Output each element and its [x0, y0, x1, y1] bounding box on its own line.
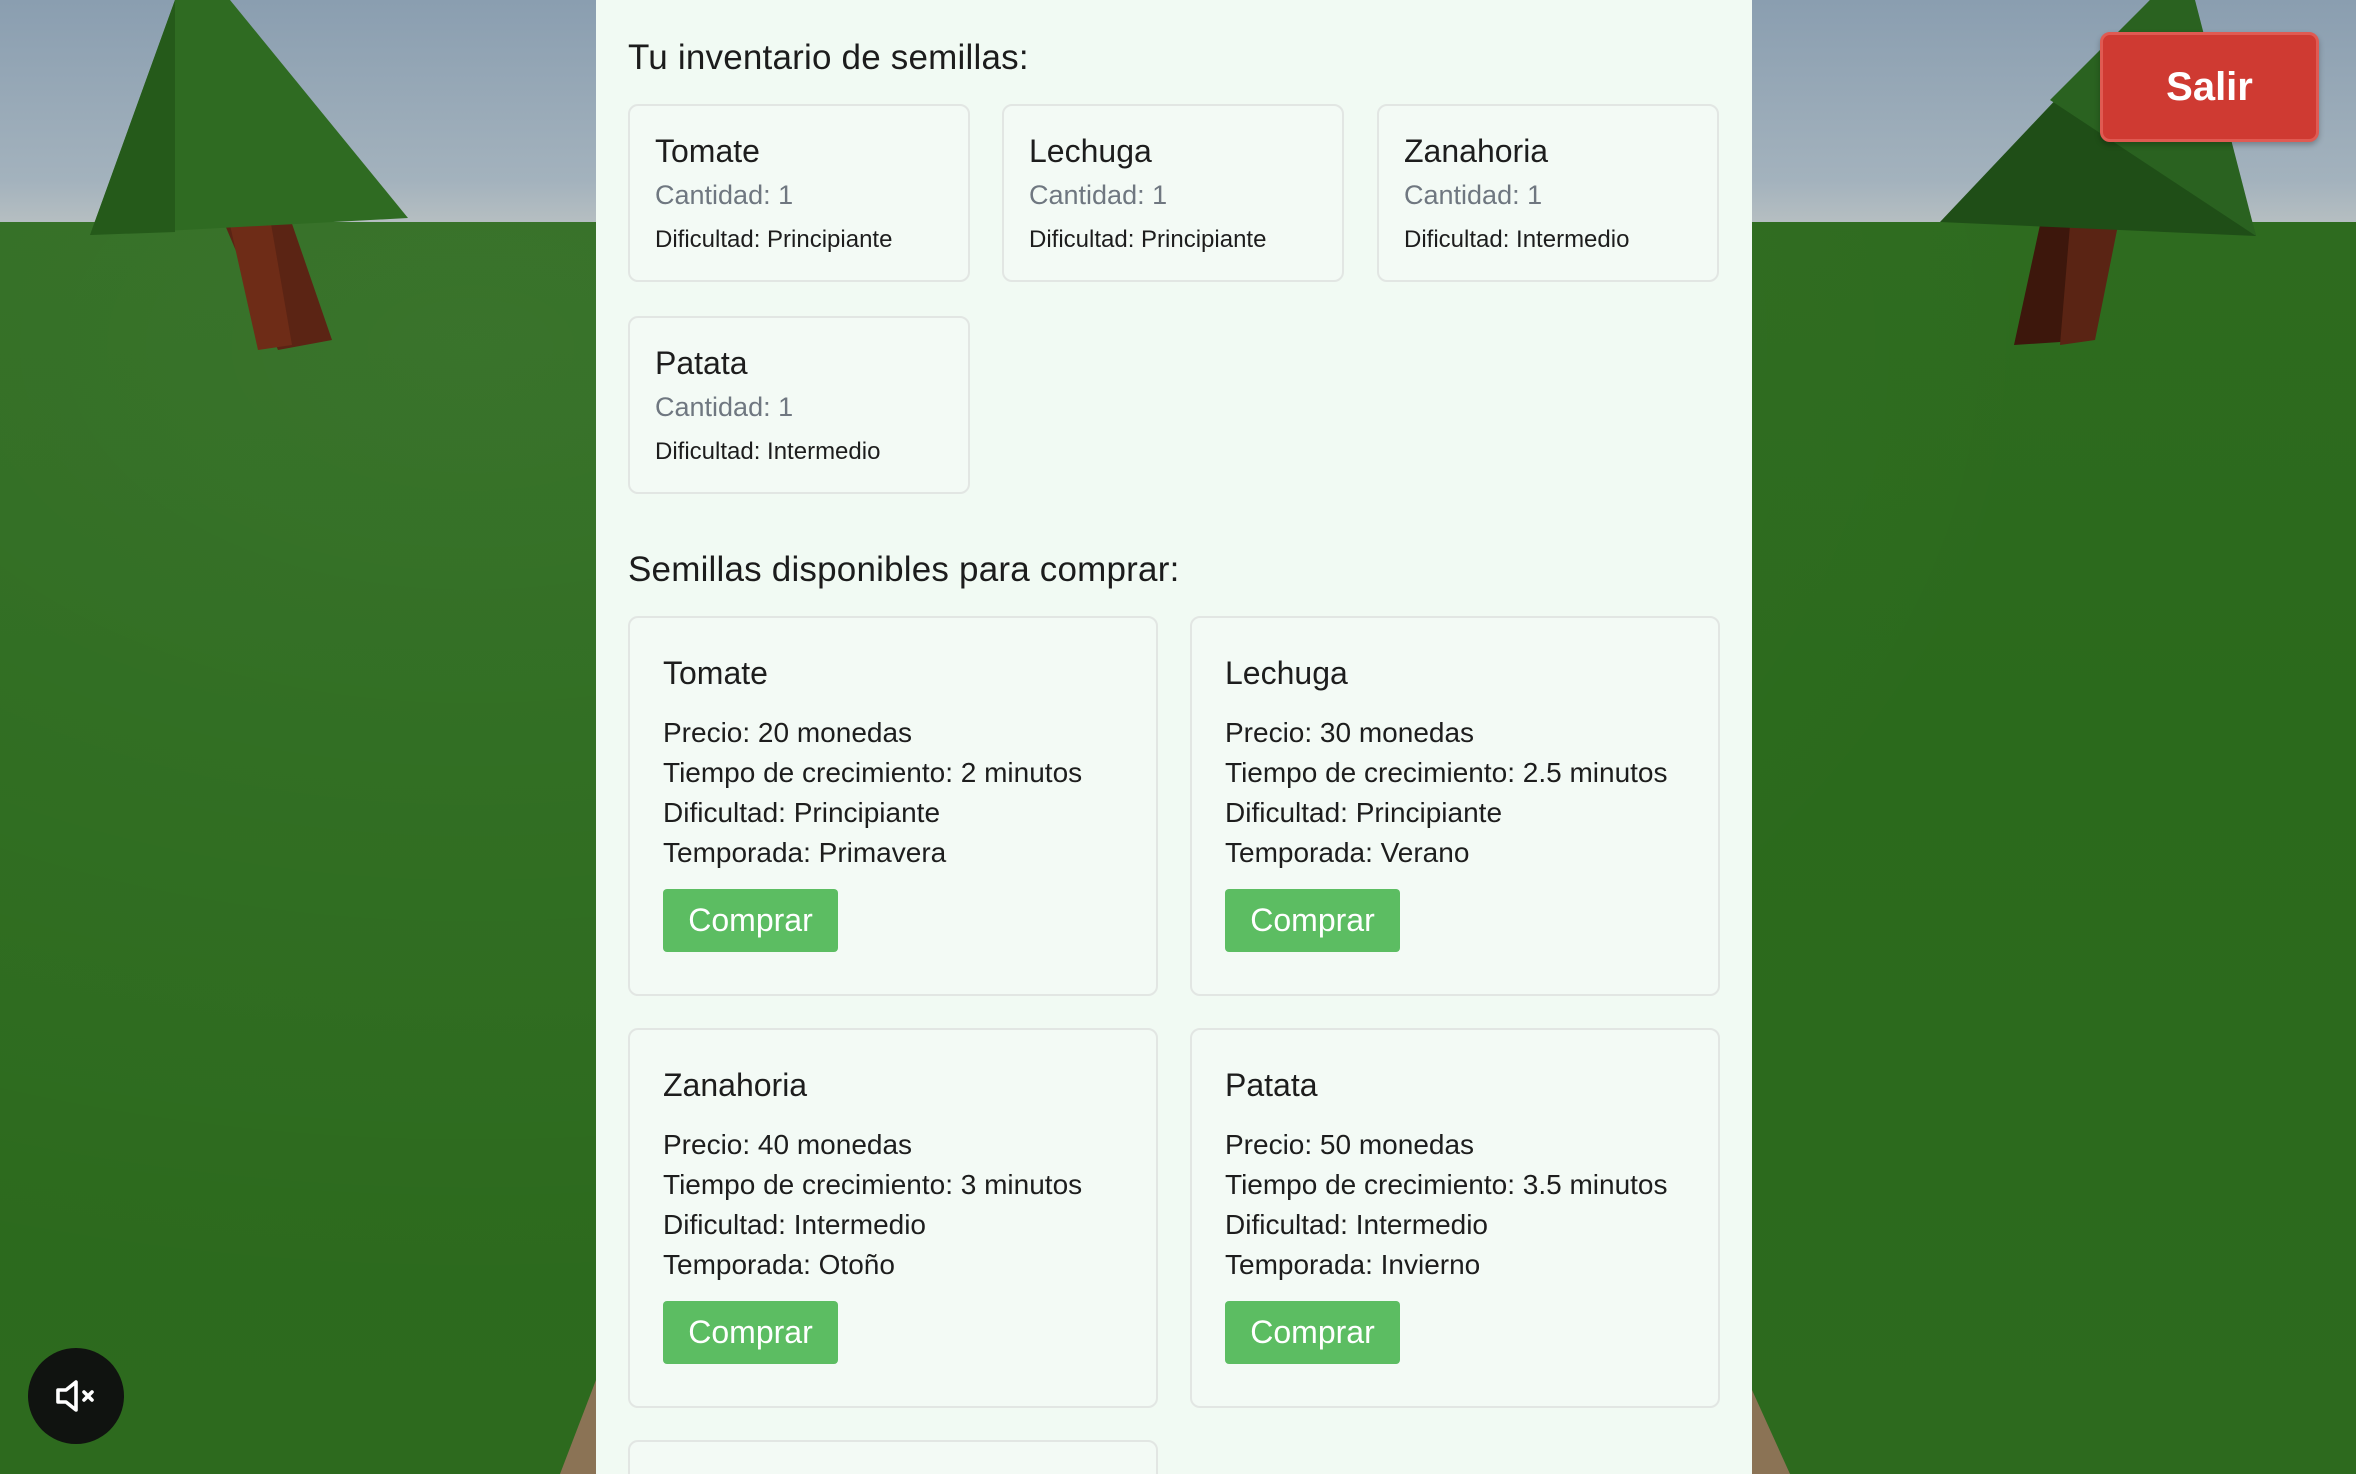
- shop-card: Tomate Precio: 20 monedas Tiempo de crec…: [628, 616, 1158, 996]
- shop-seed-growth: Tiempo de crecimiento: 3 minutos: [663, 1169, 1083, 1201]
- buy-button-tomate[interactable]: Comprar: [663, 889, 838, 953]
- shop-card: Zanahoria Precio: 40 monedas Tiempo de c…: [628, 1028, 1158, 1408]
- shop-seed-season: Temporada: Otoño: [663, 1249, 895, 1281]
- shop-seed-season: Temporada: Invierno: [1225, 1249, 1481, 1281]
- inventory-seed-quantity: Cantidad: 1: [655, 392, 794, 423]
- inventory-seed-difficulty: Dificultad: Principiante: [655, 225, 893, 253]
- shop-seed-difficulty: Dificultad: Intermedio: [663, 1209, 927, 1241]
- exit-button[interactable]: Salir: [2100, 32, 2319, 142]
- shop-card-partial: [628, 1440, 1158, 1474]
- buy-button-patata[interactable]: Comprar: [1225, 1301, 1400, 1365]
- inventory-seed-name: Lechuga: [1029, 133, 1152, 169]
- inventory-card: Patata Cantidad: 1 Dificultad: Intermedi…: [628, 316, 970, 494]
- inventory-card: Tomate Cantidad: 1 Dificultad: Principia…: [628, 104, 970, 282]
- shop-seed-name: Patata: [1225, 1067, 1318, 1103]
- shop-seed-price: Precio: 30 monedas: [1225, 717, 1475, 749]
- shop-seed-name: Tomate: [663, 655, 768, 691]
- pine-tree-left: [90, 0, 408, 350]
- inventory-card: Zanahoria Cantidad: 1 Dificultad: Interm…: [1377, 104, 1719, 282]
- shop-card: Lechuga Precio: 30 monedas Tiempo de cre…: [1190, 616, 1720, 996]
- inventory-seed-quantity: Cantidad: 1: [1404, 180, 1543, 211]
- shop-seed-name: Zanahoria: [663, 1067, 808, 1103]
- shop-seed-difficulty: Dificultad: Principiante: [1225, 797, 1503, 829]
- buy-button-zanahoria[interactable]: Comprar: [663, 1301, 838, 1365]
- mute-toggle-button[interactable]: [28, 1348, 124, 1444]
- inventory-card: Lechuga Cantidad: 1 Dificultad: Principi…: [1002, 104, 1344, 282]
- shop-seed-name: Lechuga: [1225, 655, 1348, 691]
- shop-card: Patata Precio: 50 monedas Tiempo de crec…: [1190, 1028, 1720, 1408]
- shop-seed-growth: Tiempo de crecimiento: 2 minutos: [663, 757, 1083, 789]
- shop-seed-price: Precio: 20 monedas: [663, 717, 913, 749]
- inventory-seed-quantity: Cantidad: 1: [655, 180, 794, 211]
- game-scene: Tu inventario de semillas: Tomate Cantid…: [0, 0, 2356, 1474]
- shop-seed-price: Precio: 50 monedas: [1225, 1129, 1475, 1161]
- inventory-seed-name: Patata: [655, 345, 748, 381]
- seed-panel: Tu inventario de semillas: Tomate Cantid…: [596, 0, 1752, 1474]
- shop-seed-difficulty: Dificultad: Intermedio: [1225, 1209, 1489, 1241]
- shop-seed-difficulty: Dificultad: Principiante: [663, 797, 941, 829]
- inventory-seed-name: Zanahoria: [1404, 133, 1549, 169]
- inventory-seed-difficulty: Dificultad: Intermedio: [1404, 225, 1630, 253]
- inventory-seed-quantity: Cantidad: 1: [1029, 180, 1168, 211]
- shop-seed-season: Temporada: Verano: [1225, 837, 1470, 869]
- inventory-seed-difficulty: Dificultad: Intermedio: [655, 437, 881, 465]
- shop-seed-growth: Tiempo de crecimiento: 2.5 minutos: [1225, 757, 1668, 789]
- inventory-seed-name: Tomate: [655, 133, 760, 169]
- shop-seed-growth: Tiempo de crecimiento: 3.5 minutos: [1225, 1169, 1668, 1201]
- speaker-muted-icon: [56, 1380, 94, 1412]
- shop-title: Semillas disponibles para comprar:: [628, 550, 1180, 589]
- inventory-seed-difficulty: Dificultad: Principiante: [1029, 225, 1267, 253]
- shop-seed-price: Precio: 40 monedas: [663, 1129, 913, 1161]
- inventory-title: Tu inventario de semillas:: [628, 38, 1029, 77]
- buy-button-lechuga[interactable]: Comprar: [1225, 889, 1400, 953]
- shop-seed-season: Temporada: Primavera: [663, 837, 947, 869]
